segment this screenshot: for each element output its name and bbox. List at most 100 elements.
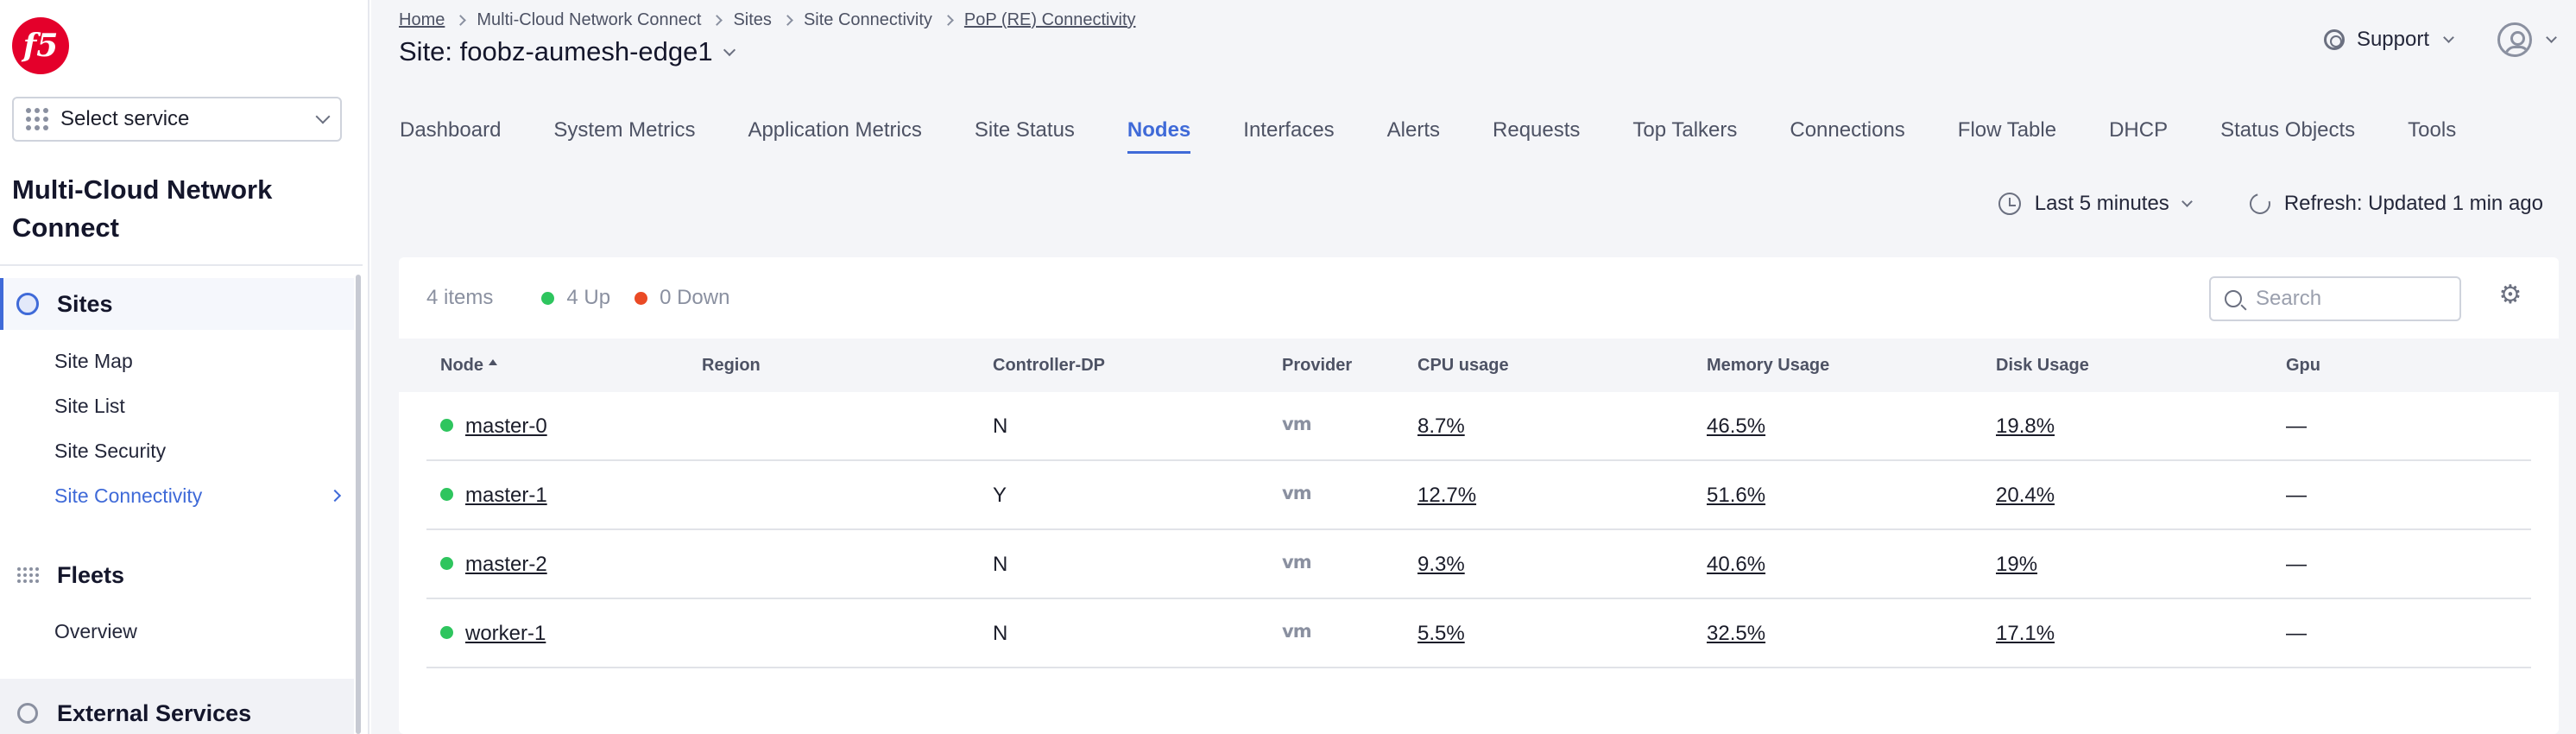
refresh-icon[interactable] — [2245, 189, 2275, 218]
tab-application-metrics[interactable]: Application Metrics — [748, 111, 921, 159]
controller-dp-cell: N — [993, 622, 1008, 645]
breadcrumb-home[interactable]: Home — [399, 10, 445, 30]
table-row: worker-1 N vm 5.5% 32.5% 17.1% — — [426, 599, 2531, 668]
provider-vm-icon: vm — [1282, 552, 1312, 573]
memory-usage-link[interactable]: 32.5% — [1707, 599, 1765, 668]
sidebar-scrollbar[interactable] — [356, 275, 361, 734]
time-controls: Last 5 minutes Refresh: Updated 1 min ag… — [1998, 189, 2543, 218]
column-provider[interactable]: Provider — [1282, 339, 1352, 392]
sidebar-group-sites[interactable]: Sites — [0, 278, 354, 330]
sidebar-item-site-connectivity[interactable]: Site Connectivity — [54, 478, 348, 513]
memory-usage-link[interactable]: 40.6% — [1707, 530, 1765, 599]
node-link[interactable]: worker-1 — [440, 599, 546, 668]
disk-usage-link[interactable]: 20.4% — [1996, 461, 2055, 530]
sidebar-group-fleets[interactable]: Fleets — [0, 549, 354, 601]
service-select[interactable]: Select service — [12, 97, 342, 142]
sidebar-divider — [0, 264, 363, 266]
gpu-cell: — — [2286, 553, 2307, 576]
tab-site-status[interactable]: Site Status — [975, 111, 1075, 159]
sidebar: f5 Select service Multi-Cloud Network Co… — [0, 0, 369, 734]
status-down-dot — [635, 291, 648, 305]
tab-top-talkers[interactable]: Top Talkers — [1632, 111, 1737, 159]
tab-interfaces[interactable]: Interfaces — [1243, 111, 1334, 159]
tab-status-objects[interactable]: Status Objects — [2220, 111, 2355, 159]
refresh-status[interactable]: Refresh: Updated 1 min ago — [2284, 192, 2543, 216]
table-row: master-0 N vm 8.7% 46.5% 19.8% — — [426, 392, 2531, 461]
cpu-usage-link[interactable]: 8.7% — [1417, 392, 1465, 461]
support-label: Support — [2356, 28, 2429, 51]
disk-usage-link[interactable]: 17.1% — [1996, 599, 2055, 668]
node-link[interactable]: master-0 — [440, 392, 547, 461]
support-button[interactable]: Support — [2323, 28, 2454, 52]
status-down: 0 Down — [635, 286, 729, 310]
column-controller-dp[interactable]: Controller-DP — [993, 339, 1105, 392]
column-cpu-usage[interactable]: CPU usage — [1417, 339, 1509, 392]
sidebar-item-overview[interactable]: Overview — [54, 614, 348, 649]
breadcrumb-site-connectivity[interactable]: Site Connectivity — [804, 10, 932, 30]
memory-usage-link[interactable]: 51.6% — [1707, 461, 1765, 530]
disk-usage-link[interactable]: 19.8% — [1996, 392, 2055, 461]
status-up-label: 4 Up — [566, 286, 611, 309]
memory-usage-link[interactable]: 46.5% — [1707, 392, 1765, 461]
status-up-dot — [541, 291, 555, 305]
sidebar-item-label: Site List — [54, 394, 125, 417]
table-header: Node Region Controller-DP Provider CPU u… — [399, 339, 2559, 392]
status-up: 4 Up — [541, 286, 610, 310]
breadcrumb: Home Multi-Cloud Network Connect Sites S… — [399, 10, 1136, 30]
search-input[interactable] — [2256, 287, 2446, 311]
item-count: 4 items — [426, 286, 494, 309]
cpu-usage-link[interactable]: 9.3% — [1417, 530, 1465, 599]
tab-nodes[interactable]: Nodes — [1127, 111, 1191, 159]
tab-tools[interactable]: Tools — [2408, 111, 2456, 159]
breadcrumb-workspace[interactable]: Multi-Cloud Network Connect — [477, 10, 701, 30]
tab-bar: Dashboard System Metrics Application Met… — [400, 111, 2509, 159]
column-region[interactable]: Region — [702, 339, 761, 392]
sidebar-group-label: Fleets — [57, 561, 125, 588]
tab-dhcp[interactable]: DHCP — [2109, 111, 2168, 159]
header-actions: Support — [2323, 22, 2576, 57]
column-disk-usage[interactable]: Disk Usage — [1996, 339, 2089, 392]
tab-flow-table[interactable]: Flow Table — [1958, 111, 2056, 159]
user-menu-button[interactable] — [2497, 22, 2557, 57]
column-node[interactable]: Node — [440, 339, 497, 392]
column-memory-usage[interactable]: Memory Usage — [1707, 339, 1829, 392]
tab-requests[interactable]: Requests — [1493, 111, 1580, 159]
external-services-icon — [16, 701, 40, 725]
sidebar-group-label: Sites — [57, 290, 113, 317]
site-title-dropdown[interactable]: Site: foobz-aumesh-edge1 — [399, 36, 736, 67]
chevron-right-icon — [782, 15, 793, 26]
clock-icon — [1998, 193, 2021, 215]
sidebar-item-site-security[interactable]: Site Security — [54, 433, 348, 468]
breadcrumb-pop-connectivity[interactable]: PoP (RE) Connectivity — [964, 10, 1136, 30]
tab-dashboard[interactable]: Dashboard — [400, 111, 501, 159]
sort-ascending-icon — [489, 359, 497, 365]
workspace-title: Multi-Cloud Network Connect — [12, 174, 273, 243]
sidebar-group-external-services[interactable]: External Services — [0, 687, 354, 734]
chevron-right-icon — [328, 489, 342, 503]
cpu-usage-link[interactable]: 12.7% — [1417, 461, 1476, 530]
cpu-usage-link[interactable]: 5.5% — [1417, 599, 1465, 668]
gpu-cell: — — [2286, 414, 2307, 438]
tab-connections[interactable]: Connections — [1790, 111, 1904, 159]
provider-vm-icon: vm — [1282, 414, 1312, 434]
tab-alerts[interactable]: Alerts — [1387, 111, 1440, 159]
user-icon — [2497, 22, 2532, 57]
node-name: master-0 — [465, 414, 547, 438]
node-name: worker-1 — [465, 622, 546, 645]
breadcrumb-sites[interactable]: Sites — [733, 10, 771, 30]
search-field[interactable] — [2209, 276, 2461, 321]
node-link[interactable]: master-1 — [440, 461, 547, 530]
gear-icon[interactable]: ⚙ — [2498, 282, 2522, 308]
column-gpu[interactable]: Gpu — [2286, 339, 2320, 392]
tab-system-metrics[interactable]: System Metrics — [553, 111, 695, 159]
disk-usage-link[interactable]: 19% — [1996, 530, 2037, 599]
controller-dp-cell: N — [993, 414, 1008, 438]
sidebar-item-site-list[interactable]: Site List — [54, 389, 348, 423]
node-link[interactable]: master-2 — [440, 530, 547, 599]
main-content: Home Multi-Cloud Network Connect Sites S… — [371, 0, 2576, 734]
sidebar-item-label: Overview — [54, 619, 137, 642]
time-range-select[interactable]: Last 5 minutes — [2035, 192, 2169, 216]
sidebar-item-label: Site Security — [54, 439, 167, 462]
sidebar-item-site-map[interactable]: Site Map — [54, 344, 348, 378]
f5-logo[interactable]: f5 — [12, 17, 69, 74]
